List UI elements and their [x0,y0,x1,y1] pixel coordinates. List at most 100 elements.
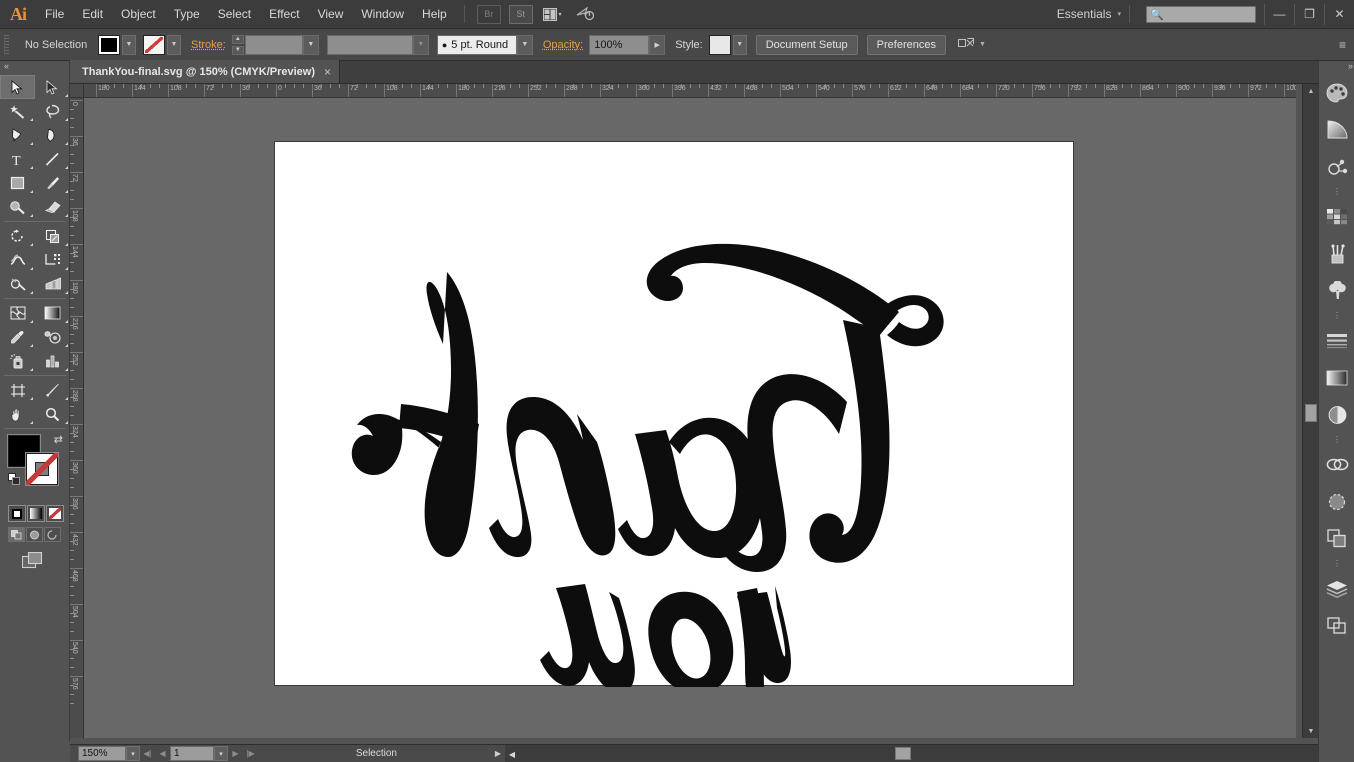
thank-you-lettering[interactable] [275,142,1075,687]
selection-tool[interactable] [0,75,35,99]
menu-file[interactable]: File [36,0,73,29]
fill-swatch[interactable] [98,35,120,55]
stroke-weight-down-icon[interactable]: ▼ [232,46,244,55]
gradient-tool[interactable] [35,301,70,325]
artboard-chevron-down-icon[interactable]: ▾ [214,746,228,761]
transparency-panel-icon[interactable] [1319,396,1354,433]
gradient-mode-button[interactable] [27,505,45,522]
rotate-tool[interactable] [0,224,35,248]
menu-select[interactable]: Select [209,0,260,29]
style-chevron-down-icon[interactable]: ▼ [733,35,747,55]
bridge-icon[interactable]: Br [477,5,501,24]
graphic-styles-panel-icon[interactable] [1319,272,1354,309]
vertical-scrollbar[interactable]: ▲ ▼ [1302,84,1318,738]
brush-definition-input[interactable]: ● 5 pt. Round [437,35,517,55]
zoom-chevron-down-icon[interactable]: ▾ [126,746,140,761]
workspace-chevron-down-icon[interactable]: ▾ [1117,10,1121,18]
stroke-color-swatch[interactable] [26,453,58,485]
magic-wand-tool[interactable] [0,99,35,123]
canvas-area[interactable] [84,98,1296,738]
pathfinder-panel-icon[interactable] [1319,520,1354,557]
draw-behind-button[interactable] [26,527,43,542]
none-mode-button[interactable] [46,505,64,522]
brush-chevron-down-icon[interactable]: ▼ [517,35,533,55]
symbol-sprayer-tool[interactable] [0,349,35,373]
stroke-chevron-down-icon[interactable]: ▼ [167,35,181,55]
stroke-weight-up-icon[interactable]: ▲ [232,35,244,44]
sync-settings-icon[interactable] [573,5,597,24]
draw-inside-button[interactable] [44,527,61,542]
slice-tool[interactable] [35,378,70,402]
stroke-swatch-group[interactable]: ▼ [143,35,181,55]
opacity-label[interactable]: Opacity: [543,39,583,51]
rectangle-tool[interactable] [0,171,35,195]
menu-effect[interactable]: Effect [260,0,308,29]
horizontal-scrollbar[interactable]: ◀ ▶ [505,744,1354,762]
next-artboard-button[interactable]: ▶ [228,746,243,762]
eyedropper-tool[interactable] [0,325,35,349]
draw-normal-button[interactable] [8,527,25,542]
vertical-scroll-thumb[interactable] [1305,404,1317,422]
column-graph-tool[interactable] [35,349,70,373]
artboard-number-input[interactable]: 1 [170,746,214,761]
line-segment-tool[interactable] [35,147,70,171]
scroll-down-icon[interactable]: ▼ [1303,724,1319,738]
style-swatch[interactable] [709,35,731,55]
control-bar-grip[interactable] [4,35,9,55]
eraser-tool[interactable] [35,195,70,219]
vertical-ruler[interactable]: 0367210814418021625228832436039643246850… [70,98,84,738]
arrange-documents-icon[interactable] [541,5,565,24]
stroke-panel-icon[interactable] [1319,322,1354,359]
align-panel-icon[interactable] [1319,483,1354,520]
tool-panel-grip[interactable]: « [0,61,69,74]
menu-edit[interactable]: Edit [73,0,112,29]
shape-builder-tool[interactable] [0,272,35,296]
menu-help[interactable]: Help [413,0,456,29]
default-fill-stroke-icon[interactable] [8,473,21,488]
first-artboard-button[interactable]: ◀| [140,746,155,762]
workspace-switcher-label[interactable]: Essentials [1047,7,1117,21]
dock-grip-3[interactable]: ⋮ [1319,309,1354,322]
fill-chevron-down-icon[interactable]: ▼ [122,35,136,55]
scale-tool[interactable] [35,224,70,248]
color-mode-button[interactable] [8,505,26,522]
previous-artboard-button[interactable]: ◀ [155,746,170,762]
tool-panel-collapse-icon[interactable]: « [4,61,8,71]
opacity-input[interactable]: 100% [589,35,649,55]
free-transform-tool[interactable] [35,248,70,272]
dock-grip-5[interactable]: ⋮ [1319,557,1354,570]
horizontal-scroll-thumb[interactable] [895,747,911,760]
horizontal-ruler[interactable]: 1801441087236036721081441802162522883243… [84,84,1296,98]
paintbrush-tool[interactable] [35,171,70,195]
brushes-panel-icon[interactable] [1319,235,1354,272]
symbols-panel-icon[interactable] [1319,148,1354,185]
mesh-tool[interactable] [0,301,35,325]
ruler-corner[interactable] [70,84,84,98]
swap-fill-stroke-icon[interactable]: ⇄ [54,433,63,446]
swatches-panel-icon[interactable] [1319,198,1354,235]
stroke-profile-chevron-down-icon[interactable]: ▼ [413,35,429,55]
window-restore-button[interactable]: ❐ [1294,4,1324,25]
shaper-tool[interactable] [0,195,35,219]
menu-view[interactable]: View [309,0,353,29]
pen-tool[interactable] [0,123,35,147]
document-tab[interactable]: ThankYou-final.svg @ 150% (CMYK/Preview)… [70,60,340,83]
blend-tool[interactable] [35,325,70,349]
stroke-weight-chevron-down-icon[interactable]: ▼ [303,35,319,55]
zoom-tool[interactable] [35,402,70,426]
dock-grip[interactable]: » [1319,61,1354,74]
stroke-swatch[interactable] [143,35,165,55]
artboard-tool[interactable] [0,378,35,402]
stroke-weight-input[interactable] [245,35,303,55]
status-menu-icon[interactable]: ▶ [495,749,505,758]
color-guide-panel-icon[interactable] [1319,111,1354,148]
appearance-panel-icon[interactable] [1319,446,1354,483]
menu-object[interactable]: Object [112,0,165,29]
preferences-button[interactable]: Preferences [867,35,946,55]
scroll-up-icon[interactable]: ▲ [1303,84,1319,98]
dock-grip-2[interactable]: ⋮ [1319,185,1354,198]
search-input[interactable]: 🔍 [1146,6,1256,23]
color-panel-icon[interactable] [1319,74,1354,111]
menu-window[interactable]: Window [352,0,413,29]
fill-swatch-group[interactable]: ▼ [98,35,136,55]
